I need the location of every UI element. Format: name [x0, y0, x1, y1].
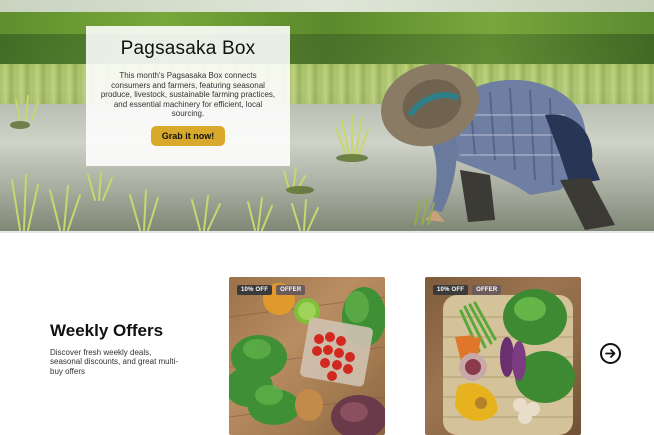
hero-description: This month's Pagsasaka Box connects cons…: [100, 71, 276, 119]
hero-banner: Pagsasaka Box This month's Pagsasaka Box…: [0, 0, 654, 231]
offer-card[interactable]: 10% OFF OFFER: [229, 277, 385, 435]
hero-promo-card: Pagsasaka Box This month's Pagsasaka Box…: [86, 26, 290, 166]
offer-tags: 10% OFF OFFER: [433, 285, 502, 295]
arrow-right-icon: [605, 349, 616, 358]
section-divider: [0, 231, 654, 243]
farmer-planting-image: [381, 63, 615, 230]
grab-it-now-button[interactable]: Grab it now!: [150, 125, 226, 146]
discount-tag: 10% OFF: [237, 285, 273, 295]
hero-title: Pagsasaka Box: [120, 38, 256, 59]
offer-tags: 10% OFF OFFER: [237, 285, 306, 295]
next-arrow-button[interactable]: [600, 343, 621, 364]
discount-tag: 10% OFF: [433, 285, 469, 295]
fresh-produce-image: [229, 283, 385, 435]
offer-tag: OFFER: [276, 285, 306, 295]
vegetable-basket-image: [443, 289, 575, 435]
weekly-offers-title: Weekly Offers: [50, 321, 164, 340]
offer-tag: OFFER: [472, 285, 502, 295]
offer-card[interactable]: 10% OFF OFFER: [425, 277, 581, 435]
weekly-offers-description: Discover fresh weekly deals, seasonal di…: [50, 348, 179, 376]
